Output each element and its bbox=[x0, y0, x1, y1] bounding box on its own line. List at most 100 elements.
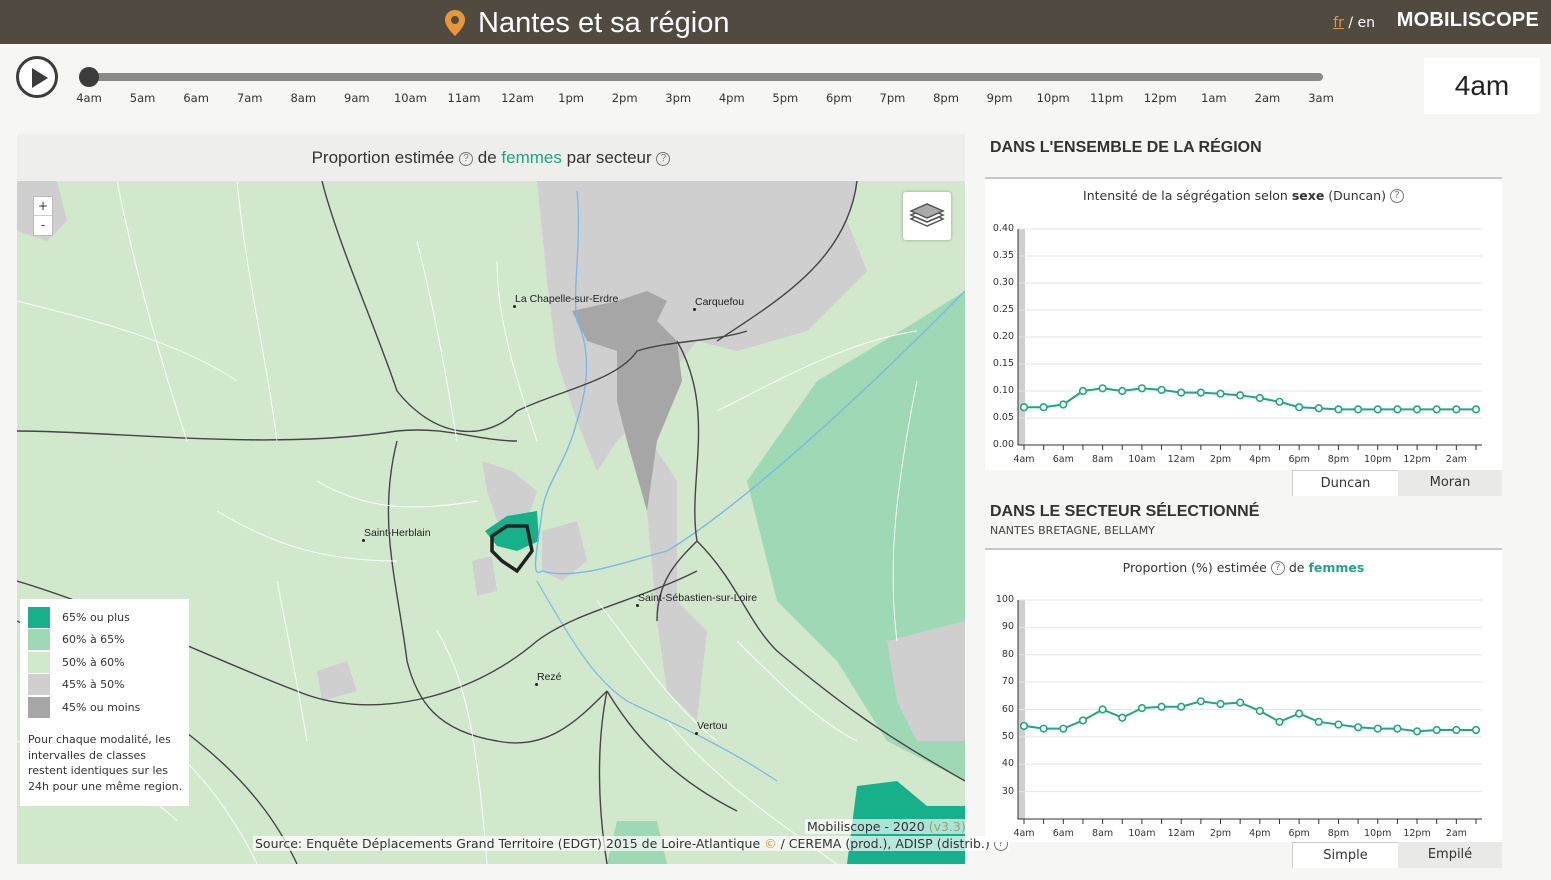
timeline-tick-8am[interactable]: 8am bbox=[290, 91, 316, 105]
data-point[interactable] bbox=[1373, 724, 1382, 733]
data-point[interactable] bbox=[1275, 717, 1284, 726]
data-point[interactable] bbox=[1216, 699, 1225, 709]
timeline-tick-6am[interactable]: 6am bbox=[183, 91, 209, 105]
data-point[interactable] bbox=[1452, 405, 1461, 414]
data-point[interactable] bbox=[1216, 389, 1225, 398]
timeline-tick-10pm[interactable]: 10pm bbox=[1037, 91, 1070, 105]
data-point[interactable] bbox=[1353, 723, 1363, 732]
zoom-out-button[interactable]: - bbox=[34, 216, 52, 235]
data-point[interactable] bbox=[1236, 698, 1245, 707]
data-point[interactable] bbox=[1471, 725, 1481, 735]
tab-simple[interactable]: Simple bbox=[1292, 842, 1398, 868]
layers-button[interactable] bbox=[903, 192, 951, 240]
data-point[interactable] bbox=[1373, 405, 1382, 414]
data-point[interactable] bbox=[1353, 405, 1363, 414]
y-tick-label: 60 bbox=[1001, 703, 1014, 715]
timeline-tick-5pm[interactable]: 5pm bbox=[772, 91, 798, 105]
data-point[interactable] bbox=[1412, 727, 1422, 736]
data-point[interactable] bbox=[1236, 391, 1245, 400]
timeline-tick-4pm[interactable]: 4pm bbox=[719, 91, 745, 105]
timeline-tick-11pm[interactable]: 11pm bbox=[1090, 91, 1123, 105]
data-point[interactable] bbox=[1471, 405, 1481, 414]
data-point[interactable] bbox=[1078, 716, 1088, 725]
sector-shape[interactable] bbox=[317, 661, 357, 701]
timeline-track[interactable] bbox=[88, 73, 1323, 81]
timeline-tick-5am[interactable]: 5am bbox=[130, 91, 156, 105]
data-point[interactable] bbox=[1019, 403, 1029, 412]
timeline-tick-6pm[interactable]: 6pm bbox=[826, 91, 852, 105]
help-icon[interactable]: ? bbox=[656, 152, 671, 166]
data-point[interactable] bbox=[1137, 384, 1147, 393]
data-point[interactable] bbox=[1452, 725, 1461, 735]
data-point[interactable] bbox=[1059, 400, 1068, 409]
tab-empile[interactable]: Empilé bbox=[1398, 842, 1502, 868]
data-point[interactable] bbox=[1295, 403, 1304, 412]
timeline-tick-1pm[interactable]: 1pm bbox=[558, 91, 584, 105]
data-point[interactable] bbox=[1039, 724, 1048, 733]
timeline-tick-2am[interactable]: 2am bbox=[1255, 91, 1281, 105]
data-point[interactable] bbox=[1177, 388, 1186, 397]
play-button[interactable] bbox=[16, 56, 58, 98]
timeline-tick-3pm[interactable]: 3pm bbox=[665, 91, 691, 105]
sector-women-chart: 30 40 50 60 70 80 90 100 4am 6am 8am 10am 12am 2pm 4pm… bbox=[985, 550, 1502, 844]
data-point[interactable] bbox=[1314, 717, 1323, 726]
timeline-tick-10am[interactable]: 10am bbox=[394, 91, 427, 105]
data-point[interactable] bbox=[1314, 404, 1323, 413]
data-point[interactable] bbox=[1118, 713, 1127, 722]
data-point[interactable] bbox=[1432, 405, 1441, 414]
data-point[interactable] bbox=[1059, 724, 1068, 733]
city-name: Saint-Herblain bbox=[364, 527, 431, 539]
sector-shape[interactable] bbox=[482, 461, 537, 521]
map-title-highlight[interactable]: femmes bbox=[501, 148, 561, 167]
data-point[interactable] bbox=[1039, 403, 1048, 412]
lang-fr-link[interactable]: fr bbox=[1333, 15, 1344, 31]
data-point[interactable] bbox=[1098, 384, 1107, 393]
data-point[interactable] bbox=[1255, 706, 1264, 715]
copyright-icon[interactable]: © bbox=[764, 836, 777, 851]
timeline-tick-3am[interactable]: 3am bbox=[1308, 91, 1334, 105]
data-point[interactable] bbox=[1255, 393, 1264, 403]
tab-moran[interactable]: Moran bbox=[1398, 470, 1502, 496]
data-point[interactable] bbox=[1393, 405, 1402, 414]
data-point[interactable] bbox=[1196, 388, 1205, 397]
data-point[interactable] bbox=[1078, 386, 1088, 396]
sector-shape[interactable] bbox=[472, 556, 497, 596]
lang-en-link[interactable]: en bbox=[1358, 15, 1376, 31]
data-point[interactable] bbox=[1393, 724, 1402, 733]
data-point[interactable] bbox=[1157, 385, 1166, 395]
timeline-tick-1am[interactable]: 1am bbox=[1201, 91, 1227, 105]
timeline-tick-12am[interactable]: 12am bbox=[501, 91, 534, 105]
data-point[interactable] bbox=[1157, 702, 1166, 711]
data-point[interactable] bbox=[1295, 709, 1304, 718]
data-point[interactable] bbox=[1334, 720, 1343, 729]
tab-duncan[interactable]: Duncan bbox=[1292, 470, 1398, 496]
data-point[interactable] bbox=[1196, 697, 1205, 706]
map-title: Proportion estimée ? de femmes par secte… bbox=[17, 134, 965, 181]
data-point[interactable] bbox=[1275, 397, 1284, 406]
data-point[interactable] bbox=[1334, 405, 1343, 414]
timeline-tick-8pm[interactable]: 8pm bbox=[933, 91, 959, 105]
timeline-tick-7pm[interactable]: 7pm bbox=[880, 91, 906, 105]
data-point[interactable] bbox=[1098, 705, 1107, 714]
timeline-tick-12pm[interactable]: 12pm bbox=[1144, 91, 1177, 105]
data-point[interactable] bbox=[1118, 386, 1127, 396]
timeline-handle[interactable] bbox=[79, 67, 99, 87]
timeline-tick-4am[interactable]: 4am bbox=[76, 91, 102, 105]
brand-logo[interactable]: MOBILISCOPE bbox=[1397, 9, 1539, 32]
timeline-tick-9pm[interactable]: 9pm bbox=[987, 91, 1013, 105]
timeline-tick-11am[interactable]: 11am bbox=[448, 91, 481, 105]
data-point[interactable] bbox=[1019, 721, 1029, 731]
data-point[interactable] bbox=[1177, 702, 1186, 711]
timeline-tick-9am[interactable]: 9am bbox=[344, 91, 370, 105]
x-tick-label: 10am bbox=[1128, 828, 1156, 839]
data-point[interactable] bbox=[1432, 725, 1441, 735]
data-point[interactable] bbox=[1137, 704, 1147, 713]
timeline-tick-7am[interactable]: 7am bbox=[237, 91, 263, 105]
help-icon[interactable]: ? bbox=[459, 152, 474, 166]
sector-chart-panel: Proportion (%) estimée ? de femmes 30 40 5… bbox=[985, 548, 1502, 842]
zoom-in-button[interactable]: + bbox=[34, 197, 52, 216]
timeline-tick-2pm[interactable]: 2pm bbox=[612, 91, 638, 105]
x-tick-label: 8pm bbox=[1327, 454, 1350, 465]
legend-item: 45% ou moins bbox=[28, 696, 140, 718]
data-point[interactable] bbox=[1412, 405, 1422, 414]
